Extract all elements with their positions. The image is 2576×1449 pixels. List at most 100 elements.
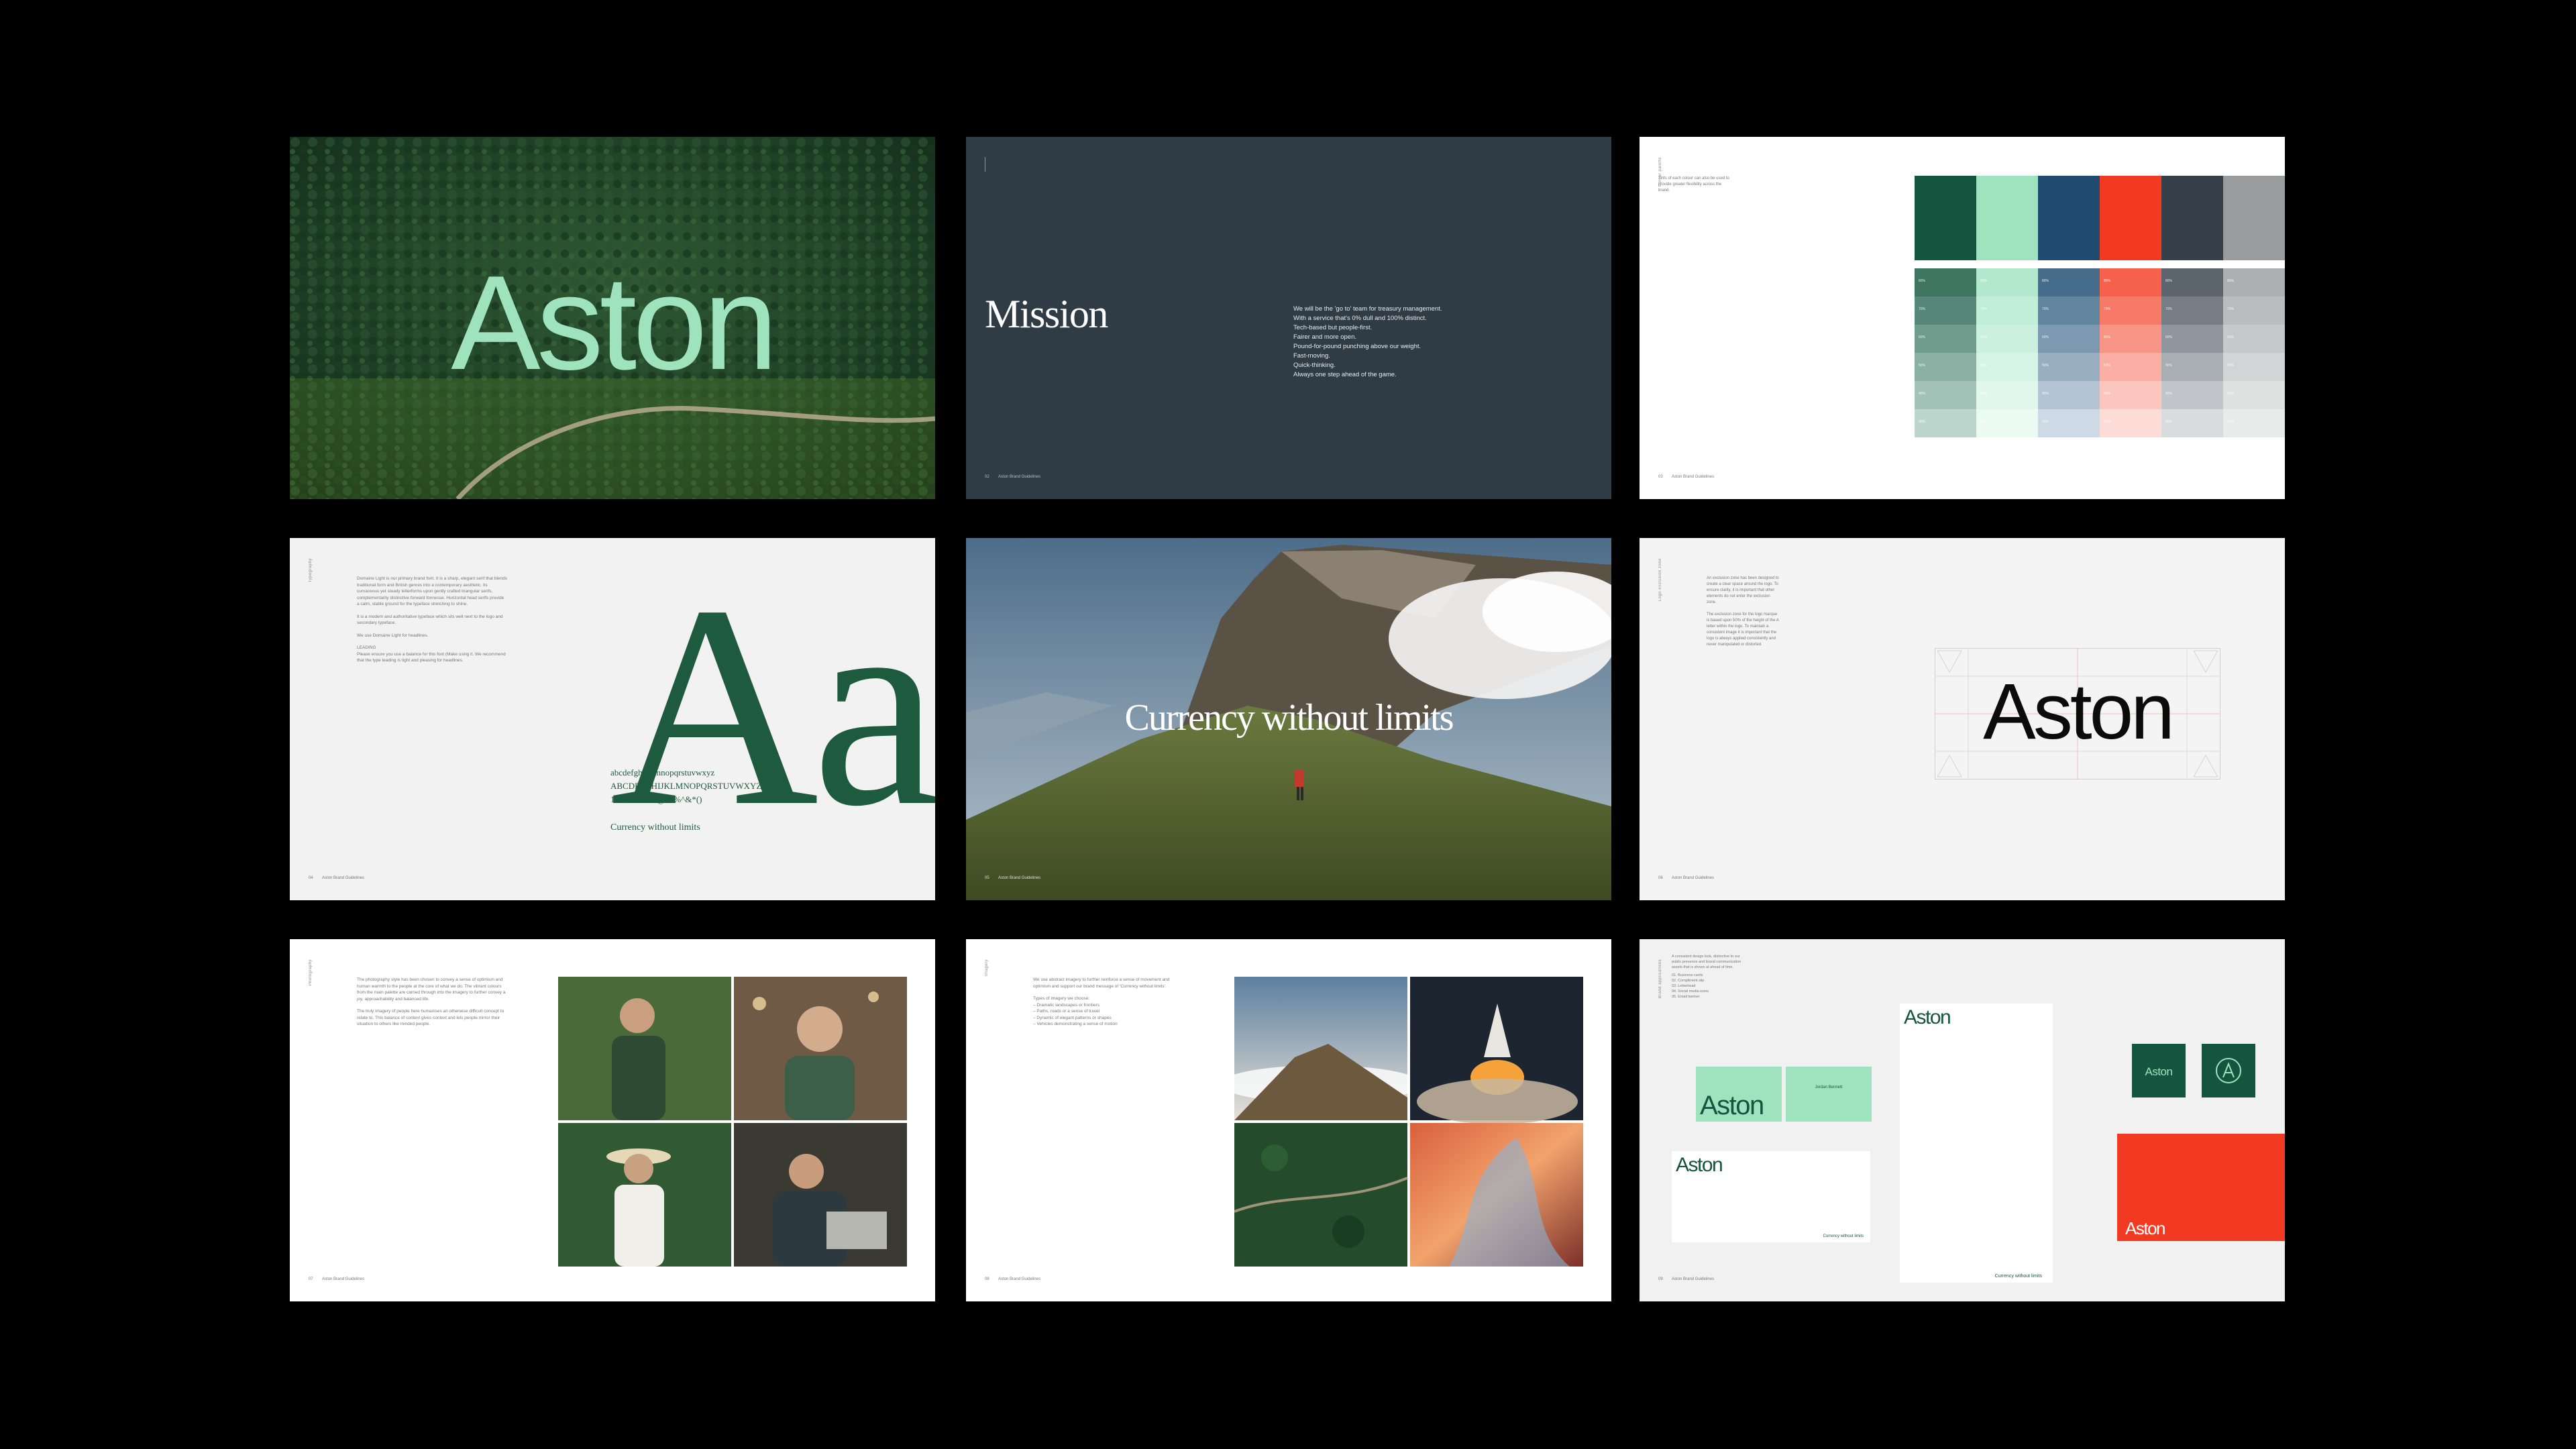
- footer-title: Aston Brand Guidelines: [998, 876, 1041, 880]
- page-number: 09: [1658, 1277, 1663, 1281]
- paragraph: We use Domaine Light for headlines.: [357, 633, 429, 638]
- slide-footer: 03 Aston Brand Guidelines: [1658, 475, 1714, 479]
- colour-tint: 80%: [2161, 268, 2223, 297]
- colour-intro: Tints of each colour can also be used to…: [1658, 176, 1729, 193]
- slip-wordmark: Aston: [1676, 1154, 1723, 1176]
- tint-label: 70%: [2165, 307, 2173, 311]
- colour-swatch: [2223, 176, 2285, 260]
- list-item: – Paths, roads or a sense of travel: [1033, 1009, 1099, 1014]
- colour-swatch: [2161, 176, 2223, 260]
- page-number: 07: [309, 1277, 313, 1281]
- footer-title: Aston Brand Guidelines: [322, 876, 365, 880]
- page-number: 02: [985, 475, 989, 479]
- page-number: 05: [985, 876, 989, 880]
- tint-label: 60%: [2227, 335, 2235, 339]
- list-item: – Vehicles demonstrating a sense of moti…: [1033, 1022, 1118, 1026]
- page-number: 06: [1658, 876, 1663, 880]
- tint-label: 80%: [2227, 279, 2235, 283]
- tint-label: 80%: [1980, 279, 1988, 283]
- colour-tint: 70%: [2100, 297, 2161, 325]
- colour-tint: 60%: [1915, 325, 1976, 353]
- side-label: Photography: [309, 959, 313, 986]
- tint-label: 50%: [2227, 364, 2235, 368]
- tint-label: 40%: [1919, 392, 1926, 396]
- slide-mission[interactable]: Mission We will be the 'go to' team for …: [966, 137, 1611, 499]
- footer-title: Aston Brand Guidelines: [1672, 876, 1715, 880]
- slide-hero[interactable]: Currency without limits 05 Aston Brand G…: [966, 538, 1611, 900]
- tint-label: 60%: [2165, 335, 2173, 339]
- colour-tint: 70%: [1976, 297, 2038, 325]
- slide-logo-exclusion[interactable]: Logo exclusion zone An exclusion zone ha…: [1640, 538, 2285, 900]
- colour-tint: 30%: [2038, 409, 2100, 437]
- letterhead-tagline: Currency without limits: [1994, 1274, 2042, 1279]
- tint-label: 70%: [1980, 307, 1988, 311]
- slide-colour-palette[interactable]: Colour palette Tints of each colour can …: [1640, 137, 2285, 499]
- letterhead-wordmark: Aston: [1904, 1006, 1951, 1028]
- list-item: 05. Email banner: [1672, 995, 1700, 999]
- mission-line: We will be the 'go to' team for treasury…: [1293, 305, 1442, 313]
- colour-swatch: [2038, 176, 2100, 260]
- colour-tint: 30%: [2223, 409, 2285, 437]
- mission-line: Fast-moving.: [1293, 352, 1330, 360]
- colour-tint: 40%: [1915, 381, 1976, 409]
- banner-wordmark: Aston: [2125, 1218, 2166, 1238]
- colour-tint: 70%: [2223, 297, 2285, 325]
- paragraph-heading: LEADING: [357, 645, 376, 650]
- colour-tint: 60%: [2100, 325, 2161, 353]
- side-label: Typography: [309, 558, 313, 583]
- footer-title: Aston Brand Guidelines: [1672, 1277, 1715, 1281]
- slide-footer: 07 Aston Brand Guidelines: [309, 1277, 364, 1281]
- colour-swatch: [2100, 176, 2161, 260]
- colour-tint: 50%: [2038, 353, 2100, 381]
- mission-line: With a service that's 0% dull and 100% d…: [1293, 315, 1427, 322]
- slide-footer: 08 Aston Brand Guidelines: [985, 1277, 1040, 1281]
- social-icon-monogram: [2202, 1044, 2255, 1097]
- tint-label: 80%: [2042, 279, 2049, 283]
- mission-statement: We will be the 'go to' team for treasury…: [1293, 305, 1442, 380]
- colour-tint: 80%: [1976, 268, 2038, 297]
- list-item: 02. Compliment slip: [1672, 979, 1705, 983]
- business-card-back: Jordan Bennett: [1786, 1067, 1872, 1122]
- slide-cover[interactable]: Aston: [290, 137, 935, 499]
- footer-title: Aston Brand Guidelines: [1672, 475, 1715, 479]
- tint-label: 50%: [2104, 364, 2111, 368]
- colour-tint: 70%: [2038, 297, 2100, 325]
- list-item: – Dynamic of elegant patterns or shapes: [1033, 1015, 1112, 1020]
- logo-description: An exclusion zone has been designed to c…: [1707, 576, 1780, 654]
- colour-tint: 70%: [2161, 297, 2223, 325]
- business-card-front: Aston: [1696, 1067, 1782, 1122]
- uppercase-glyphs: ABCDEFGHIJKLMNOPQRSTUVWXYZ: [610, 781, 762, 791]
- page-number: 04: [309, 876, 313, 880]
- colour-tint: 50%: [1976, 353, 2038, 381]
- typeface-sample: Currency without limits: [610, 822, 700, 833]
- card-wordmark: Aston: [1700, 1091, 1764, 1120]
- colour-tint: 50%: [2100, 353, 2161, 381]
- compliment-slip: Aston Currency without limits: [1672, 1151, 1870, 1242]
- typeface-specimen: Aa: [610, 547, 935, 866]
- paragraph: The photography style has been chosen to…: [357, 977, 506, 1002]
- slide-typography[interactable]: Typography Domaine Light is our primary …: [290, 538, 935, 900]
- paragraph: A consistent design look, distinctive to…: [1672, 955, 1741, 969]
- page-number: 08: [985, 1277, 989, 1281]
- tint-label: 40%: [2042, 392, 2049, 396]
- paragraph: Domaine Light is our primary brand font.…: [357, 576, 508, 606]
- colour-tint: 30%: [1915, 409, 1976, 437]
- colour-swatch: [1915, 176, 1976, 260]
- mission-title: Mission: [985, 292, 1108, 336]
- slide-footer: 09 Aston Brand Guidelines: [1658, 1277, 1714, 1281]
- colour-tint: 70%: [1915, 297, 1976, 325]
- aston-wordmark: Aston: [451, 248, 777, 398]
- colour-tint: 30%: [2100, 409, 2161, 437]
- list-title: Types of imagery we choose:: [1033, 996, 1090, 1001]
- slide-brand-applications[interactable]: Brand applications A consistent design l…: [1640, 939, 2285, 1301]
- card-name: Jordan Bennett: [1815, 1085, 1843, 1089]
- photography-description: The photography style has been chosen to…: [357, 977, 511, 1034]
- tint-label: 60%: [2104, 335, 2111, 339]
- tint-label: 60%: [1919, 335, 1926, 339]
- tint-label: 70%: [2227, 307, 2235, 311]
- slide-photography[interactable]: Photography The photography style has be…: [290, 939, 935, 1301]
- page-number: 03: [1658, 475, 1663, 479]
- typography-description: Domaine Light is our primary brand font.…: [357, 576, 507, 670]
- slide-imagery[interactable]: Imagery We use abstract imagery to furth…: [966, 939, 1611, 1301]
- mission-line: Always one step ahead of the game.: [1293, 371, 1397, 378]
